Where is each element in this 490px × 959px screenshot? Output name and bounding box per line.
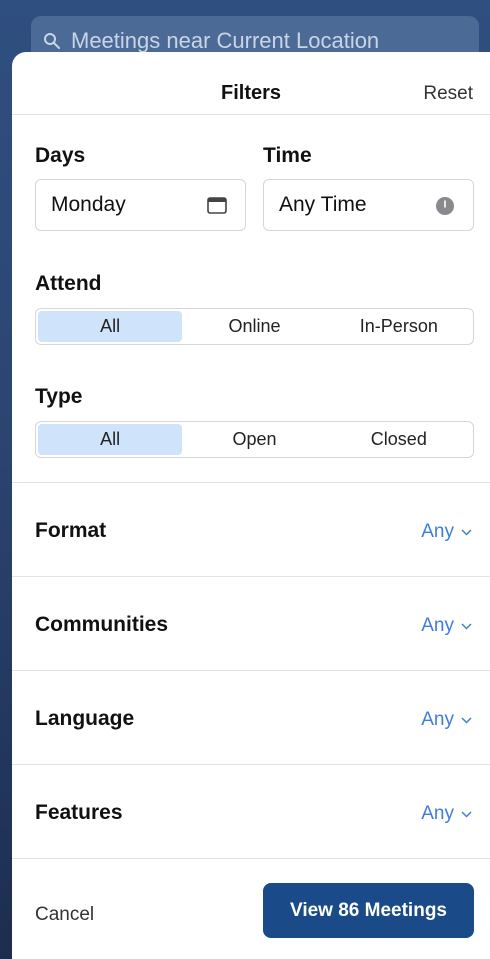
communities-row[interactable]: Communities Any (12, 576, 490, 670)
language-value-text: Any (421, 709, 454, 730)
search-icon (43, 32, 61, 50)
time-field[interactable]: Any Time (263, 179, 474, 231)
days-field[interactable]: Monday (35, 179, 246, 231)
features-row[interactable]: Features Any (12, 764, 490, 858)
type-label: Type (35, 385, 83, 408)
calendar-icon (207, 196, 227, 214)
attend-label: Attend (35, 272, 102, 295)
cancel-button[interactable]: Cancel (35, 904, 94, 926)
filters-sheet: Filters Reset Days Time Monday Any Time … (12, 52, 490, 959)
format-label: Format (35, 519, 107, 542)
type-segmented-control: All Open Closed (35, 421, 474, 458)
communities-value[interactable]: Any (421, 615, 472, 637)
chevron-down-icon (461, 528, 472, 536)
days-value: Monday (51, 193, 126, 216)
type-option-open[interactable]: Open (182, 424, 326, 455)
language-value[interactable]: Any (421, 709, 472, 731)
chevron-down-icon (461, 622, 472, 630)
search-text: Meetings near Current Location (71, 28, 380, 53)
format-value-text: Any (421, 521, 454, 542)
days-label: Days (35, 144, 86, 167)
attend-option-online[interactable]: Online (182, 311, 326, 342)
clock-icon (435, 196, 455, 216)
features-value-text: Any (421, 803, 454, 824)
language-row[interactable]: Language Any (12, 670, 490, 764)
features-value[interactable]: Any (421, 803, 472, 825)
type-option-all[interactable]: All (38, 424, 183, 455)
time-label: Time (263, 144, 312, 167)
attend-segmented-control: All Online In-Person (35, 308, 474, 345)
time-value: Any Time (279, 193, 367, 216)
sheet-title: Filters (220, 82, 282, 104)
chevron-down-icon (461, 810, 472, 818)
communities-label: Communities (35, 613, 169, 636)
attend-option-in-person[interactable]: In-Person (327, 311, 471, 342)
reset-button[interactable]: Reset (423, 83, 473, 105)
language-label: Language (35, 707, 135, 730)
sheet-header: Filters Reset (12, 52, 490, 115)
format-value[interactable]: Any (421, 521, 472, 543)
type-option-closed[interactable]: Closed (327, 424, 471, 455)
chevron-down-icon (461, 716, 472, 724)
attend-option-all[interactable]: All (38, 311, 183, 342)
sheet-footer: Cancel View 86 Meetings (12, 858, 490, 959)
view-meetings-button[interactable]: View 86 Meetings (263, 883, 474, 938)
format-row[interactable]: Format Any (12, 482, 490, 576)
features-label: Features (35, 801, 123, 824)
communities-value-text: Any (421, 615, 454, 636)
